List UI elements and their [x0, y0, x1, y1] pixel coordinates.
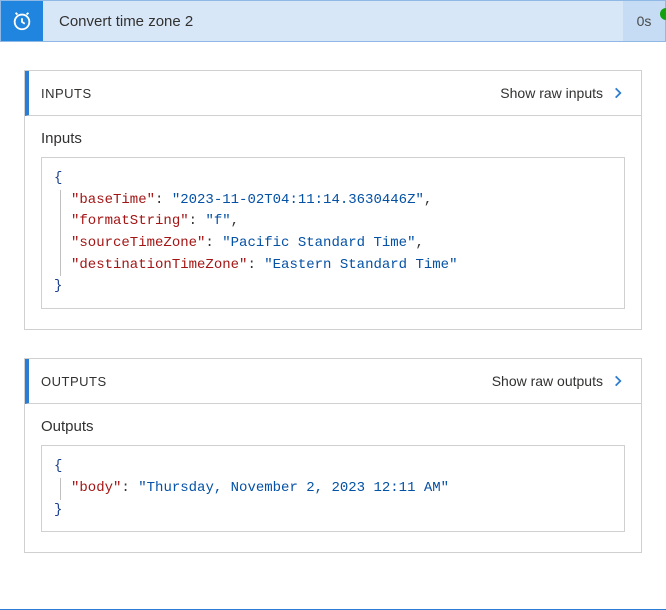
chevron-right-icon [611, 86, 625, 100]
json-value: "2023-11-02T04:11:14.3630446Z" [172, 192, 424, 208]
inputs-panel: INPUTS Show raw inputs Inputs {"baseTime… [24, 70, 642, 330]
outputs-body-label: Outputs [41, 418, 625, 435]
action-duration: 0s [623, 1, 665, 41]
json-key: "sourceTimeZone" [71, 235, 205, 251]
inputs-header-title: INPUTS [41, 86, 92, 101]
action-header[interactable]: Convert time zone 2 0s [0, 0, 666, 42]
json-value: "Pacific Standard Time" [222, 235, 415, 251]
outputs-panel-body: Outputs {"body": "Thursday, November 2, … [25, 404, 641, 552]
inputs-json[interactable]: {"baseTime": "2023-11-02T04:11:14.363044… [41, 157, 625, 309]
outputs-panel: OUTPUTS Show raw outputs Outputs {"body"… [24, 358, 642, 553]
json-value: "Thursday, November 2, 2023 12:11 AM" [138, 480, 449, 496]
show-raw-outputs-label: Show raw outputs [492, 373, 603, 389]
presence-indicator [660, 8, 666, 20]
show-raw-outputs-link[interactable]: Show raw outputs [492, 373, 625, 389]
json-key: "body" [71, 480, 121, 496]
outputs-panel-header: OUTPUTS Show raw outputs [25, 359, 641, 404]
outputs-header-title: OUTPUTS [41, 374, 107, 389]
show-raw-inputs-link[interactable]: Show raw inputs [500, 85, 625, 101]
json-key: "destinationTimeZone" [71, 257, 247, 273]
outputs-json[interactable]: {"body": "Thursday, November 2, 2023 12:… [41, 445, 625, 532]
clock-icon [1, 1, 43, 41]
json-value: "f" [205, 213, 230, 229]
show-raw-inputs-label: Show raw inputs [500, 85, 603, 101]
inputs-panel-body: Inputs {"baseTime": "2023-11-02T04:11:14… [25, 116, 641, 329]
json-value: "Eastern Standard Time" [264, 257, 457, 273]
inputs-body-label: Inputs [41, 130, 625, 147]
chevron-right-icon [611, 374, 625, 388]
json-key: "formatString" [71, 213, 189, 229]
inputs-panel-header: INPUTS Show raw inputs [25, 71, 641, 116]
json-key: "baseTime" [71, 192, 155, 208]
action-title: Convert time zone 2 [43, 1, 623, 41]
